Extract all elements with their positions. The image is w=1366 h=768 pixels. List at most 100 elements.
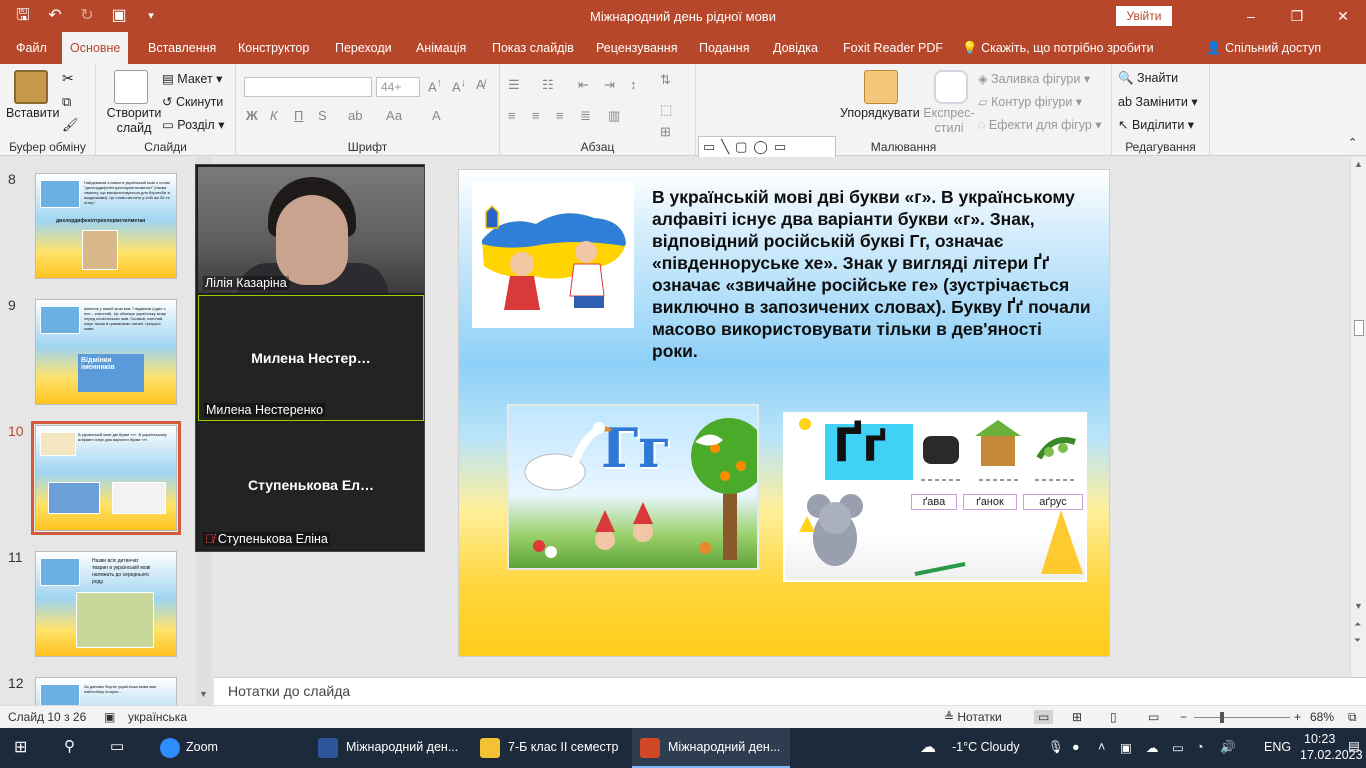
replace-button[interactable]: ab Замінити ▾ xyxy=(1118,94,1198,109)
grow-font-icon[interactable]: A↑ xyxy=(428,77,442,94)
font-name-input[interactable] xyxy=(244,77,372,97)
tab-animations[interactable]: Анімація xyxy=(410,32,472,64)
reset-button[interactable]: ↺ Скинути xyxy=(162,94,223,109)
copy-icon[interactable]: ⧉ xyxy=(62,94,71,110)
new-slide-button[interactable]: Створити слайд xyxy=(104,106,164,136)
microphone-icon[interactable]: 🎙 xyxy=(1048,740,1064,755)
decrease-indent-icon[interactable]: ⇤ xyxy=(578,77,589,93)
taskbar-app-explorer[interactable]: 7-Б клас ІІ семестр xyxy=(474,728,628,768)
tab-file[interactable]: Файл xyxy=(10,32,53,64)
thumbnail-slide-8[interactable]: Найдовшим словом в українській мові є сл… xyxy=(35,173,177,279)
clock-time[interactable]: 10:23 xyxy=(1304,732,1335,746)
format-painter-icon[interactable]: 🖌 xyxy=(62,117,79,133)
slide-body-text[interactable]: В українській мові дві букви «г». В укра… xyxy=(652,186,1092,362)
next-slide-icon[interactable]: ⏷ xyxy=(1354,635,1361,646)
network-icon[interactable]: ◔ xyxy=(1196,740,1204,754)
tab-foxit[interactable]: Foxit Reader PDF xyxy=(837,32,949,64)
task-view-icon[interactable]: ▭ xyxy=(110,737,124,755)
taskbar-app-word[interactable]: Міжнародний ден... xyxy=(312,728,466,768)
arrange-icon[interactable] xyxy=(864,70,898,104)
numbering-icon[interactable]: ☷ xyxy=(542,77,554,93)
tab-help[interactable]: Довідка xyxy=(767,32,824,64)
reading-view-icon[interactable]: ▯ xyxy=(1110,710,1117,724)
collapse-ribbon-icon[interactable]: ⌃ xyxy=(1348,136,1357,149)
battery-icon[interactable]: ▭ xyxy=(1172,740,1184,755)
change-case-button[interactable]: Аа xyxy=(386,108,402,123)
zoom-slider[interactable] xyxy=(1194,717,1290,718)
shrink-font-icon[interactable]: A↓ xyxy=(452,77,466,94)
tab-transitions[interactable]: Переходи xyxy=(329,32,398,64)
onedrive-icon[interactable]: ☁ xyxy=(1146,740,1159,755)
close-button[interactable]: ✕ xyxy=(1320,0,1366,32)
spacing-icon[interactable]: ab xyxy=(348,108,362,123)
previous-slide-icon[interactable]: ⏶ xyxy=(1354,619,1361,630)
tab-slideshow[interactable]: Показ слайдів xyxy=(486,32,580,64)
zoom-level[interactable]: 68% xyxy=(1310,710,1334,724)
increase-indent-icon[interactable]: ⇥ xyxy=(604,77,615,93)
arrange-button[interactable]: Упорядкувати xyxy=(840,106,920,120)
tray-app-icon[interactable]: ▣ xyxy=(1120,740,1132,755)
clear-format-icon[interactable]: A̸ xyxy=(476,77,485,92)
notifications-icon[interactable]: ▤ xyxy=(1348,738,1360,753)
bullets-icon[interactable]: ☰ xyxy=(508,77,520,93)
quick-styles-icon[interactable] xyxy=(934,70,968,104)
current-slide[interactable]: В українській мові дві букви «г». В укра… xyxy=(458,169,1110,657)
shape-outline-button[interactable]: ▱ Контур фігури ▾ xyxy=(978,94,1082,109)
shadow-button[interactable]: S xyxy=(318,108,327,123)
shape-effects-button[interactable]: ◌ Ефекти для фігур ▾ xyxy=(978,117,1102,132)
align-left-icon[interactable]: ≡ xyxy=(508,108,516,123)
language-status[interactable]: українська xyxy=(128,710,187,724)
thumbnail-slide-9[interactable]: Іменник у нашій мові має 7 відмінків (од… xyxy=(35,299,177,405)
scroll-down-arrow[interactable]: ▼ xyxy=(1354,601,1363,611)
cut-icon[interactable]: ✂ xyxy=(62,70,74,87)
share-button[interactable]: 👤 Спільний доступ xyxy=(1200,32,1327,64)
thumbnail-slide-11[interactable]: Назви всіх дитинчат тварин в українській… xyxy=(35,551,177,657)
editor-vertical-scrollbar[interactable]: ▲ ▼ ⏶ ⏷ xyxy=(1350,157,1366,677)
tell-me-search[interactable]: 💡 Скажіть, що потрібно зробити xyxy=(956,32,1160,64)
zoom-slider-thumb[interactable] xyxy=(1220,712,1224,723)
align-center-icon[interactable]: ≡ xyxy=(532,108,540,123)
justify-icon[interactable]: ≣ xyxy=(580,108,591,124)
participant-tile-2[interactable]: Милена Нестер… Милена Нестеренко xyxy=(198,295,424,421)
zoom-in-button[interactable]: + xyxy=(1294,710,1301,724)
tab-insert[interactable]: Вставлення xyxy=(142,32,222,64)
select-button[interactable]: ↖ Виділити ▾ xyxy=(1118,117,1194,132)
minimize-button[interactable]: – xyxy=(1228,0,1274,32)
italic-button[interactable]: К xyxy=(270,108,278,123)
paste-icon[interactable] xyxy=(14,70,48,104)
slide-sorter-icon[interactable]: ⊞ xyxy=(1072,710,1082,724)
restore-button[interactable]: ❐ xyxy=(1274,0,1320,32)
new-slide-icon[interactable] xyxy=(114,70,148,104)
windows-start-icon[interactable]: ⊞ xyxy=(14,737,27,757)
text-direction-icon[interactable]: ⇅ xyxy=(660,72,671,88)
thumbnail-slide-12[interactable]: За даними Фортіс українська мова має най… xyxy=(35,677,177,707)
layout-button[interactable]: ▤ Макет ▾ xyxy=(162,71,222,86)
paste-button[interactable]: Вставити xyxy=(6,106,59,120)
columns-icon[interactable]: ▥ xyxy=(608,108,620,124)
underline-button[interactable]: П xyxy=(294,108,303,123)
taskbar-app-powerpoint[interactable]: Міжнародний ден... xyxy=(632,728,790,768)
input-language[interactable]: ENG xyxy=(1264,740,1291,754)
zoom-out-button[interactable]: − xyxy=(1180,710,1187,724)
align-text-icon[interactable]: ⬚ xyxy=(660,102,672,118)
section-button[interactable]: ▭ Розділ ▾ xyxy=(162,117,224,132)
weather-text[interactable]: -1°C Cloudy xyxy=(952,740,1020,754)
tab-home[interactable]: Основне xyxy=(62,32,129,64)
zoom-video-panel[interactable]: Лілія Казаріна Милена Нестер… Милена Нес… xyxy=(195,164,425,552)
font-color-icon[interactable]: A xyxy=(432,108,441,123)
notes-toggle[interactable]: ≜ Нотатки xyxy=(944,710,1002,724)
normal-view-icon[interactable]: ▭ xyxy=(1034,710,1054,724)
find-button[interactable]: 🔍 Знайти xyxy=(1118,71,1178,86)
font-size-input[interactable]: 44+ xyxy=(376,77,420,97)
scroll-thumb[interactable] xyxy=(1354,320,1364,336)
participant-tile-1[interactable]: Лілія Казаріна xyxy=(198,167,424,293)
show-hidden-icons[interactable]: ˄ xyxy=(1098,740,1105,754)
spellcheck-icon[interactable]: ▣ xyxy=(104,710,115,724)
thumbnail-slide-10[interactable]: В українській мові дві букви «г». В укра… xyxy=(31,421,181,535)
taskbar-app-zoom[interactable]: Zoom xyxy=(154,728,304,768)
participant-tile-3[interactable]: Ступенькова Ел… 🎙̸ Ступенькова Еліна xyxy=(198,423,424,549)
signin-button[interactable]: Увійти xyxy=(1116,6,1172,26)
tab-view[interactable]: Подання xyxy=(693,32,755,64)
scroll-up-arrow[interactable]: ▲ xyxy=(1354,159,1363,169)
quick-styles-button[interactable]: Експрес-стилі xyxy=(922,106,976,136)
